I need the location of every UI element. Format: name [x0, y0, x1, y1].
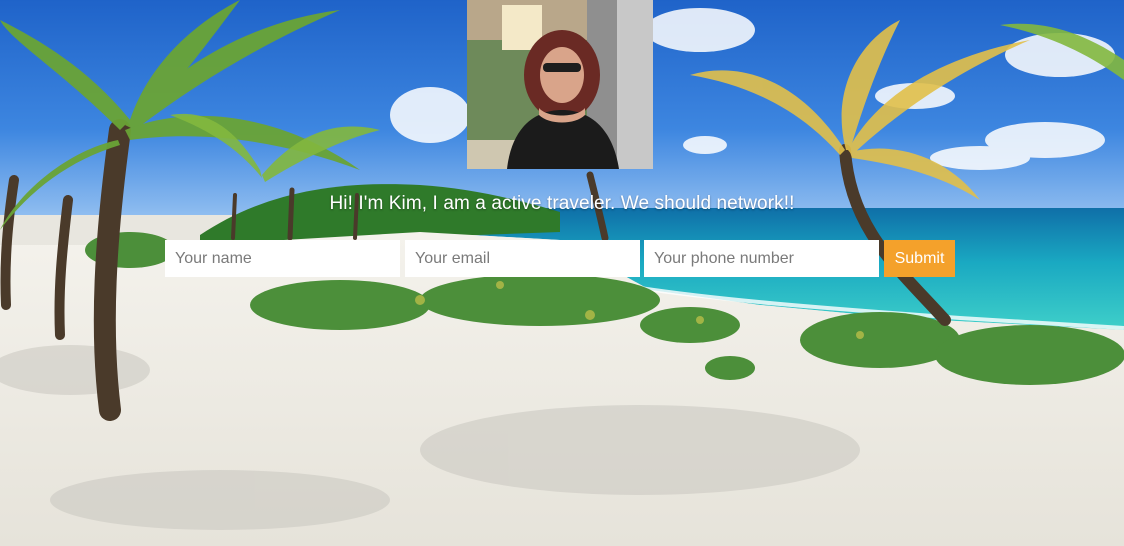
email-input[interactable] — [405, 240, 640, 277]
landing-page: Hi! I'm Kim, I am a active traveler. We … — [0, 0, 1124, 546]
tagline-text: Hi! I'm Kim, I am a active traveler. We … — [329, 193, 795, 214]
profile-photo-image — [467, 0, 653, 169]
name-input[interactable] — [165, 240, 400, 277]
profile-photo — [467, 0, 653, 169]
submit-button[interactable]: Submit — [884, 240, 955, 277]
phone-input[interactable] — [644, 240, 879, 277]
